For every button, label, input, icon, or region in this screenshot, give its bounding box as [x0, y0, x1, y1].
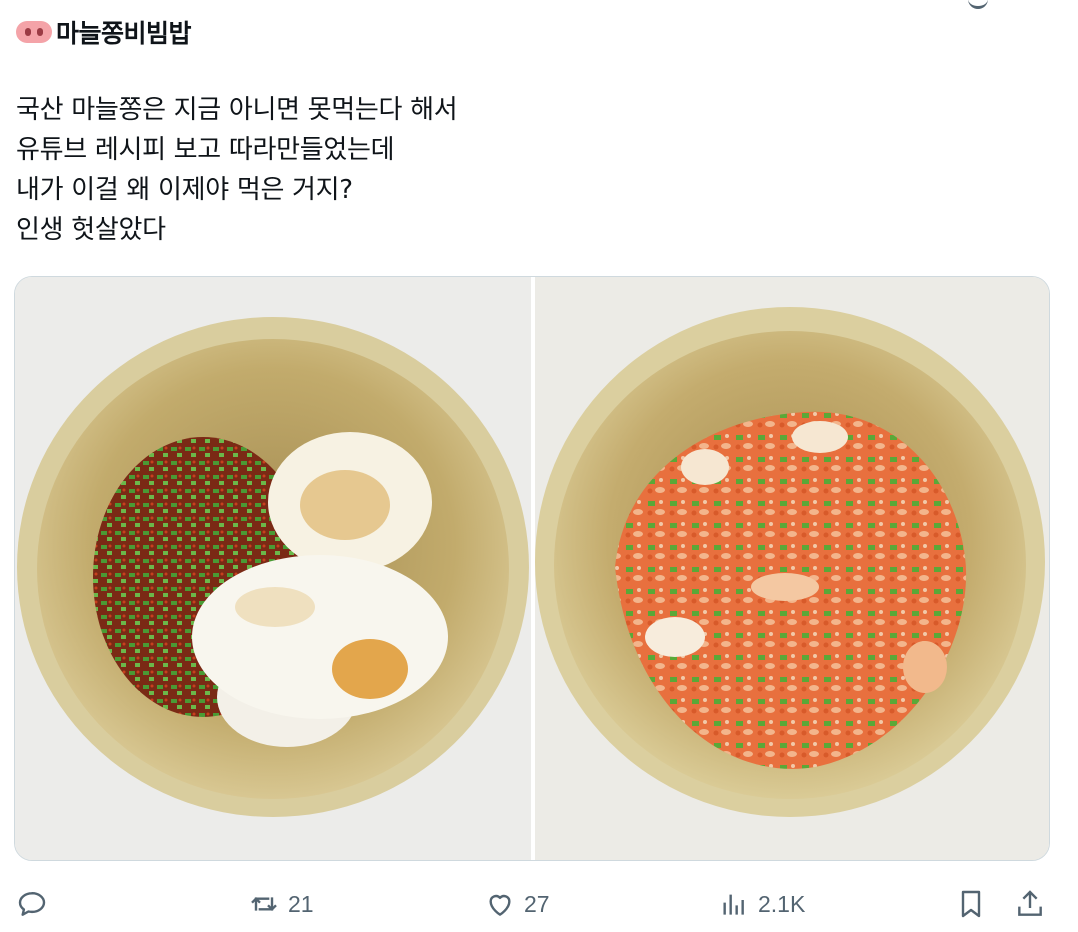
action-bar: 21 27 2.1K: [0, 870, 1078, 932]
reply-icon: [18, 892, 46, 916]
retweet-button[interactable]: 21: [248, 888, 314, 920]
previous-content-cut: [0, 0, 1078, 10]
reply-button[interactable]: [16, 888, 48, 920]
retweet-icon: [251, 896, 277, 912]
like-count: 27: [524, 890, 550, 917]
post-line: 유튜브 레시피 보고 따라만들었는데: [16, 135, 395, 165]
heart-icon: [489, 894, 511, 916]
views-icon: [723, 894, 744, 915]
bookmark-icon: [961, 890, 981, 918]
post-body: 국산 마늘쫑은 지금 아니면 못먹는다 해서 유튜브 레시피 보고 따라만들었는…: [16, 90, 458, 250]
post-title-row: 마늘쫑비빔밥: [16, 12, 192, 52]
photo-after-mixing[interactable]: [535, 277, 1049, 860]
mixed-bibimbap-image: [535, 277, 1049, 860]
post-line: 내가 이걸 왜 이제야 먹은 거지?: [16, 175, 353, 205]
cut-off-icon: [968, 0, 988, 9]
media-grid: [14, 276, 1050, 861]
share-button[interactable]: [1014, 888, 1046, 920]
post-title: 마늘쫑비빔밥: [56, 19, 192, 48]
post-line: 인생 헛살았다: [16, 215, 166, 245]
bowl-with-eggs-image: [15, 277, 531, 860]
share-icon: [1018, 890, 1042, 916]
retweet-count: 21: [288, 890, 314, 917]
views-count: 2.1K: [758, 890, 806, 917]
post-line: 국산 마늘쫑은 지금 아니면 못먹는다 해서: [16, 95, 458, 125]
bookmark-button[interactable]: [955, 888, 987, 920]
like-button[interactable]: 27: [484, 888, 550, 920]
pig-nose-icon: [16, 21, 52, 43]
views-button[interactable]: 2.1K: [718, 888, 805, 920]
photo-before-mixing[interactable]: [15, 277, 531, 860]
